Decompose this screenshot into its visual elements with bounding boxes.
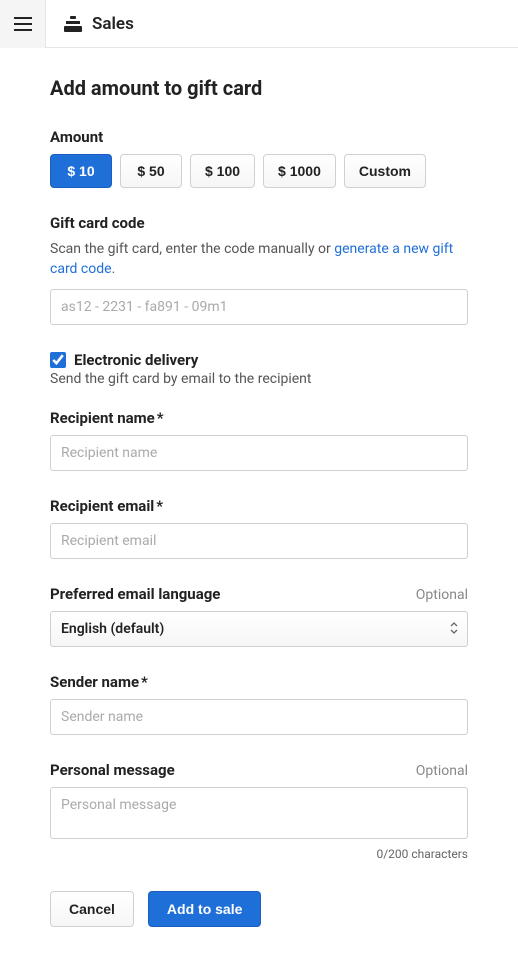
recipient-email-label: Recipient email	[50, 497, 154, 515]
header-title: Sales	[92, 14, 134, 34]
header-title-area: Sales	[46, 14, 134, 34]
message-label: Personal message	[50, 761, 175, 779]
char-counter: 0/200 characters	[50, 847, 468, 861]
add-to-sale-button[interactable]: Add to sale	[148, 891, 261, 927]
recipient-name-group: Recipient name*	[50, 409, 468, 471]
language-group: Preferred email language Optional Englis…	[50, 585, 468, 647]
sender-name-group: Sender name*	[50, 673, 468, 735]
code-helper-post: .	[112, 261, 116, 277]
language-label: Preferred email language	[50, 585, 220, 603]
recipient-email-group: Recipient email*	[50, 497, 468, 559]
content: Add amount to gift card Amount $ 10$ 50$…	[0, 48, 518, 967]
page-title: Add amount to gift card	[50, 76, 468, 100]
recipient-name-label: Recipient name	[50, 409, 155, 427]
optional-label: Optional	[416, 587, 468, 603]
optional-label: Optional	[416, 763, 468, 779]
top-bar: Sales	[0, 0, 518, 48]
message-input[interactable]	[50, 787, 468, 839]
electronic-label: Electronic delivery	[74, 351, 198, 369]
sender-name-label: Sender name	[50, 673, 139, 691]
language-select[interactable]: English (default)	[50, 611, 468, 647]
required-mark: *	[156, 497, 163, 515]
code-input[interactable]	[50, 289, 468, 325]
amount-group: Amount $ 10$ 50$ 100$ 1000Custom	[50, 128, 468, 188]
code-label: Gift card code	[50, 214, 468, 232]
code-helper-pre: Scan the gift card, enter the code manua…	[50, 241, 334, 257]
amount-option-0[interactable]: $ 10	[50, 154, 112, 188]
amount-options: $ 10$ 50$ 100$ 1000Custom	[50, 154, 468, 188]
amount-option-2[interactable]: $ 100	[190, 154, 255, 188]
electronic-group: Electronic delivery Send the gift card b…	[50, 351, 468, 387]
menu-button[interactable]	[0, 0, 46, 48]
required-mark: *	[141, 673, 148, 691]
electronic-helper: Send the gift card by email to the recip…	[50, 371, 468, 387]
amount-option-4[interactable]: Custom	[344, 154, 426, 188]
sender-name-input[interactable]	[50, 699, 468, 735]
cancel-button[interactable]: Cancel	[50, 891, 134, 927]
amount-label: Amount	[50, 128, 468, 146]
hamburger-icon	[14, 17, 32, 31]
amount-option-3[interactable]: $ 1000	[263, 154, 336, 188]
recipient-email-input[interactable]	[50, 523, 468, 559]
recipient-name-input[interactable]	[50, 435, 468, 471]
sales-icon	[64, 16, 82, 32]
amount-option-1[interactable]: $ 50	[120, 154, 182, 188]
code-helper: Scan the gift card, enter the code manua…	[50, 240, 468, 279]
electronic-checkbox[interactable]	[50, 352, 66, 368]
required-mark: *	[157, 409, 164, 427]
action-row: Cancel Add to sale	[50, 891, 468, 927]
code-group: Gift card code Scan the gift card, enter…	[50, 214, 468, 325]
message-group: Personal message Optional 0/200 characte…	[50, 761, 468, 861]
